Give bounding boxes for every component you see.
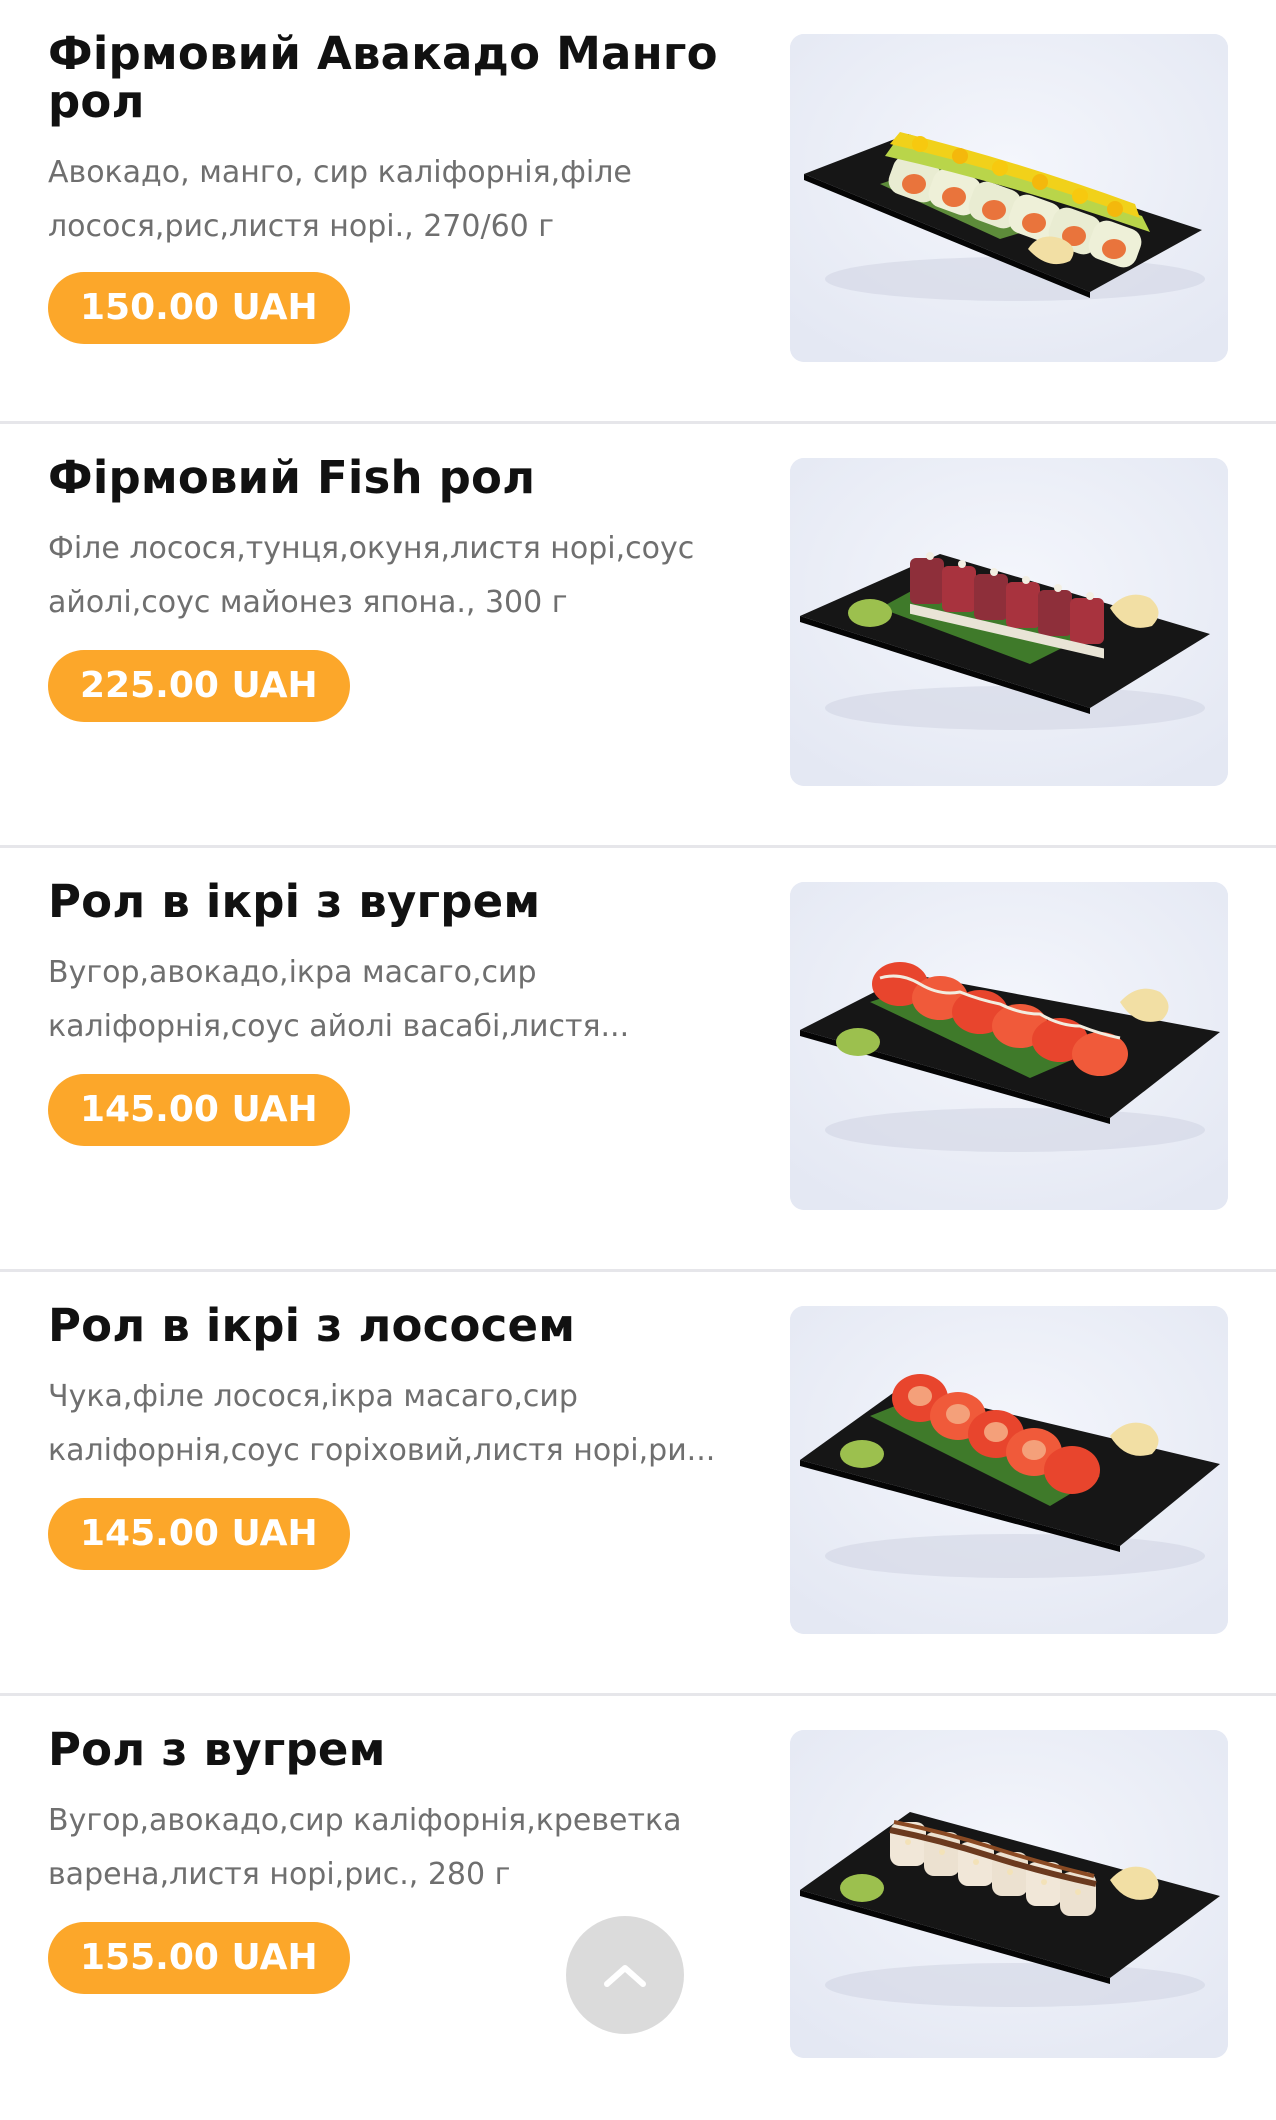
chevron-up-icon (604, 1965, 646, 1987)
price-button[interactable]: 150.00 UAH (48, 272, 350, 344)
item-photo[interactable] (790, 1306, 1228, 1634)
item-title: Рол з вугрем (48, 1723, 386, 1776)
item-description: Філе лосося,тунця,окуня,листя норі,соус … (48, 531, 695, 620)
item-photo[interactable] (790, 1730, 1228, 2058)
avocado-mango-roll-photo (790, 34, 1228, 362)
eel-roe-roll-photo (790, 882, 1228, 1210)
price-button[interactable]: 155.00 UAH (48, 1922, 350, 1994)
menu-item[interactable]: Рол з вугрем Вугор,авокадо,сир каліфорні… (0, 1696, 1276, 2120)
item-title: Фірмовий Авакадо Манго рол (48, 27, 718, 128)
scroll-to-top-button[interactable] (566, 1916, 684, 2034)
item-title: Рол в ікрі з вугрем (48, 875, 541, 928)
item-text: Рол в ікрі з лососем Чука,філе лосося,ік… (48, 1302, 738, 1478)
item-title: Рол в ікрі з лососем (48, 1299, 576, 1352)
item-photo[interactable] (790, 458, 1228, 786)
salmon-roe-roll-photo (790, 1306, 1228, 1634)
item-title: Фірмовий Fish рол (48, 451, 536, 504)
menu-item[interactable]: Фірмовий Авакадо Манго рол Авокадо, манг… (0, 0, 1276, 424)
menu-item[interactable]: Рол в ікрі з вугрем Вугор,авокадо,ікра м… (0, 848, 1276, 1272)
fish-roll-photo (790, 458, 1228, 786)
item-description: Вугор,авокадо,сир каліфорнія,креветка ва… (48, 1803, 682, 1892)
item-text: Фірмовий Авакадо Манго рол Авокадо, манг… (48, 30, 738, 254)
price-button[interactable]: 225.00 UAH (48, 650, 350, 722)
item-photo[interactable] (790, 882, 1228, 1210)
item-text: Фірмовий Fish рол Філе лосося,тунця,окун… (48, 454, 738, 630)
eel-roll-photo (790, 1730, 1228, 2058)
menu-item[interactable]: Рол в ікрі з лососем Чука,філе лосося,ік… (0, 1272, 1276, 1696)
menu-item[interactable]: Фірмовий Fish рол Філе лосося,тунця,окун… (0, 424, 1276, 848)
item-photo[interactable] (790, 34, 1228, 362)
item-description: Чука,філе лосося,ікра масаго,сир каліфор… (48, 1379, 716, 1468)
item-description: Вугор,авокадо,ікра масаго,сир каліфорнія… (48, 955, 630, 1044)
item-description: Авокадо, манго, сир каліфорнія,філе лосо… (48, 155, 632, 244)
price-button[interactable]: 145.00 UAH (48, 1074, 350, 1146)
item-text: Рол з вугрем Вугор,авокадо,сир каліфорні… (48, 1726, 738, 1902)
price-button[interactable]: 145.00 UAH (48, 1498, 350, 1570)
menu-list: Фірмовий Авакадо Манго рол Авокадо, манг… (0, 0, 1276, 2120)
item-text: Рол в ікрі з вугрем Вугор,авокадо,ікра м… (48, 878, 738, 1054)
